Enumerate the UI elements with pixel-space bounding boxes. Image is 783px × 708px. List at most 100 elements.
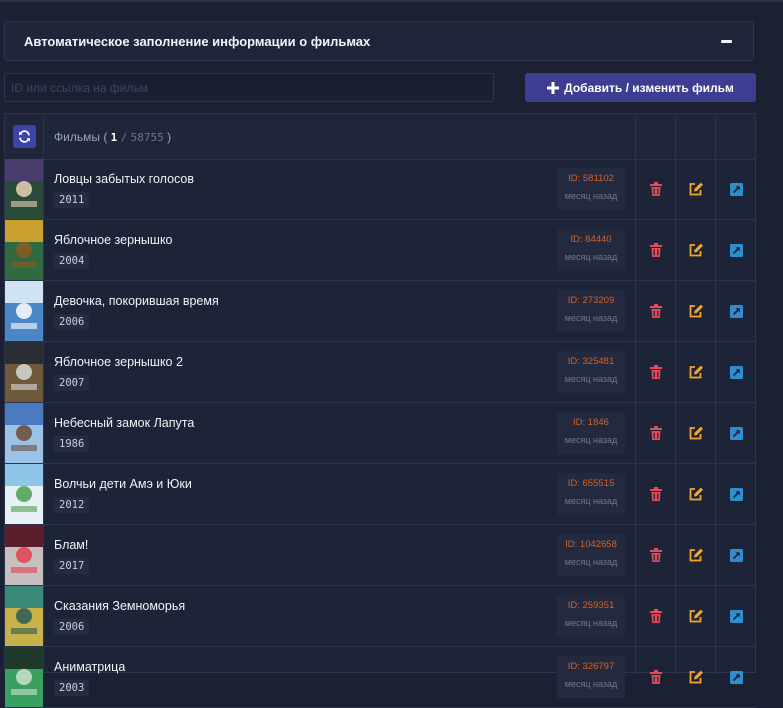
edit-button[interactable] [688, 364, 704, 380]
films-table: Фильмы ( 1 / 58755 ) Ловцы забытых голос… [4, 113, 756, 708]
open-button[interactable] [728, 181, 744, 197]
films-count-separator: / [120, 131, 128, 144]
film-updated-time: месяц назад [564, 557, 618, 567]
table-row: Яблочное зернышко 2004 ID: 84440 месяц наза… [5, 220, 755, 281]
trash-icon [650, 426, 662, 440]
open-button[interactable] [728, 425, 744, 441]
film-poster [5, 281, 43, 341]
add-film-button[interactable]: Добавить / изменить фильм [525, 73, 756, 102]
film-id: ID: 581102 [568, 173, 614, 184]
film-title[interactable]: Небесный замок Лапута [54, 416, 194, 430]
edit-icon [689, 426, 703, 440]
film-updated-time: месяц назад [564, 435, 618, 445]
open-button[interactable] [728, 486, 744, 502]
film-title[interactable]: Блам! [54, 538, 88, 552]
edit-button[interactable] [688, 547, 704, 563]
film-updated-time: месяц назад [564, 191, 618, 201]
search-input[interactable] [4, 73, 494, 102]
edit-button[interactable] [688, 425, 704, 441]
edit-button[interactable] [688, 181, 704, 197]
film-updated-time: месяц назад [564, 679, 618, 689]
delete-button[interactable] [648, 303, 664, 319]
trash-icon [650, 487, 662, 501]
table-row: Ловцы забытых голосов 2011 ID: 581102 месяц… [5, 159, 755, 220]
edit-button[interactable] [688, 486, 704, 502]
external-link-icon [729, 426, 743, 440]
film-id: ID: 259351 [567, 600, 615, 611]
film-meta: ID: 273209 месяц назад [557, 290, 625, 332]
film-title[interactable]: Волчьи дети Амэ и Юки [54, 477, 192, 491]
film-year: 2012 [54, 497, 90, 513]
film-year: 2006 [54, 619, 90, 635]
open-button[interactable] [728, 303, 744, 319]
film-meta: ID: 84440 месяц назад [557, 229, 625, 271]
film-poster [5, 647, 43, 707]
film-meta: ID: 1846 месяц назад [557, 412, 625, 454]
external-link-icon [729, 548, 743, 562]
table-row: Небесный замок Лапута 1986 ID: 1846 месяц н… [5, 403, 755, 464]
film-id: ID: 273209 [567, 295, 615, 306]
edit-icon [689, 182, 703, 196]
film-title[interactable]: Аниматрица [54, 660, 125, 674]
film-id: ID: 1846 [573, 417, 609, 428]
edit-button[interactable] [688, 303, 704, 319]
minus-icon[interactable] [719, 34, 733, 48]
film-title[interactable]: Яблочное зернышко 2 [54, 355, 183, 369]
refresh-button[interactable] [13, 125, 36, 148]
open-button[interactable] [728, 608, 744, 624]
film-year: 2011 [54, 192, 90, 208]
table-row: Яблочное зернышко 2 2007 ID: 325481 месяц н… [5, 342, 755, 403]
edit-button[interactable] [688, 242, 704, 258]
trash-icon [650, 365, 662, 379]
open-button[interactable] [728, 242, 744, 258]
film-id: ID: 655515 [567, 478, 615, 489]
delete-button[interactable] [648, 669, 664, 685]
delete-button[interactable] [648, 608, 664, 624]
delete-button[interactable] [648, 425, 664, 441]
table-row: Блам! 2017 ID: 1042658 месяц назад [5, 525, 755, 586]
film-poster [5, 220, 43, 280]
trash-icon [650, 609, 662, 623]
film-year: 2007 [54, 375, 90, 391]
column-divider [675, 114, 676, 674]
open-button[interactable] [728, 669, 744, 685]
film-title[interactable]: Яблочное зернышко [54, 233, 173, 247]
film-title[interactable]: Ловцы забытых голосов [54, 172, 194, 186]
delete-button[interactable] [648, 181, 664, 197]
delete-button[interactable] [648, 547, 664, 563]
film-title[interactable]: Сказания Земноморья [54, 599, 185, 613]
open-button[interactable] [728, 547, 744, 563]
edit-button[interactable] [688, 669, 704, 685]
table-row: Девочка, покорившая время 2006 ID: 273209 м… [5, 281, 755, 342]
external-link-icon [729, 487, 743, 501]
trash-icon [650, 304, 662, 318]
film-title[interactable]: Девочка, покорившая время [54, 294, 219, 308]
film-meta: ID: 326797 месяц назад [557, 656, 625, 698]
films-label: Фильмы [54, 130, 100, 144]
film-year: 2017 [54, 558, 90, 574]
delete-button[interactable] [648, 242, 664, 258]
refresh-icon [18, 130, 31, 143]
edit-icon [689, 670, 703, 684]
film-updated-time: месяц назад [564, 313, 618, 323]
edit-icon [689, 243, 703, 257]
film-meta: ID: 1042658 месяц назад [557, 534, 625, 576]
film-id: ID: 1042658 [565, 539, 617, 550]
external-link-icon [729, 304, 743, 318]
films-shown-count: 1 [110, 131, 118, 144]
films-close-paren: ) [167, 130, 172, 144]
film-year: 2004 [54, 253, 90, 269]
table-row: Аниматрица 2003 ID: 326797 месяц назад [5, 647, 755, 708]
delete-button[interactable] [648, 486, 664, 502]
film-poster [5, 403, 43, 463]
film-updated-time: месяц назад [564, 374, 618, 384]
column-divider [635, 114, 636, 674]
panel-header: Автоматическое заполнение информации о ф… [4, 21, 754, 61]
delete-button[interactable] [648, 364, 664, 380]
film-year: 2003 [54, 680, 90, 696]
open-button[interactable] [728, 364, 744, 380]
film-id: ID: 84440 [570, 234, 612, 245]
edit-button[interactable] [688, 608, 704, 624]
edit-icon [689, 487, 703, 501]
films-total-count: 58755 [130, 131, 164, 144]
